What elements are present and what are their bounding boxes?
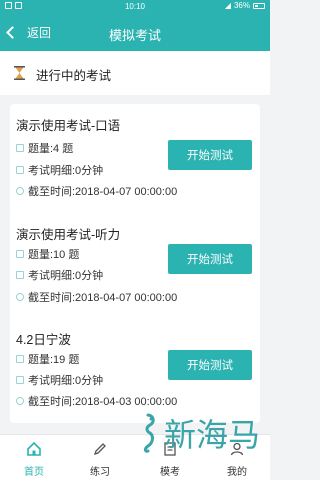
exam-deadline: 截至时间:2018-04-07 00:00:00 xyxy=(28,292,178,304)
hourglass-icon xyxy=(14,66,25,80)
watermark: 新海马 xyxy=(136,410,260,456)
question-count-row: 题量:4 题 xyxy=(16,140,73,156)
question-count: 题量:19 题 xyxy=(28,354,80,366)
document-icon xyxy=(16,250,24,258)
home-icon xyxy=(27,441,41,456)
list-icon xyxy=(16,376,24,384)
wifi-icon: ◢ xyxy=(224,1,231,10)
exam-title: 4.2日宁波 xyxy=(16,333,71,347)
exam-card: 演示使用考试-听力 题量:10 题 考试明细:0分钟 截至时间:2018-04-… xyxy=(10,213,260,327)
battery-percent: 36% xyxy=(233,1,250,10)
tab-practice[interactable]: 练习 xyxy=(70,441,130,478)
start-test-button[interactable]: 开始测试 xyxy=(168,244,252,274)
status-bar: 10:10 ◢ 36% xyxy=(0,0,270,13)
document-icon xyxy=(16,144,24,152)
start-test-button[interactable]: 开始测试 xyxy=(168,140,252,170)
exam-title: 演示使用考试-口语 xyxy=(16,119,121,133)
exam-card: 4.2日宁波 题量:19 题 考试明细:0分钟 截至时间:2018-04-03 … xyxy=(10,318,260,423)
section-title: 进行中的考试 xyxy=(36,69,112,83)
deadline-row: 截至时间:2018-04-07 00:00:00 xyxy=(16,289,177,305)
clock-icon xyxy=(16,187,24,195)
pencil-icon xyxy=(93,443,106,456)
watermark-text: 新海马 xyxy=(163,416,260,454)
status-icons-right: ◢ 36% xyxy=(225,1,265,10)
exam-deadline: 截至时间:2018-04-07 00:00:00 xyxy=(28,186,178,198)
exam-detail: 考试明细:0分钟 xyxy=(28,270,104,282)
tab-label: 模考 xyxy=(160,467,180,478)
exam-detail: 考试明细:0分钟 xyxy=(28,165,104,177)
exam-title: 演示使用考试-听力 xyxy=(16,228,121,242)
clock-icon xyxy=(16,293,24,301)
detail-row: 考试明细:0分钟 xyxy=(16,372,103,388)
exam-card: 演示使用考试-口语 题量:4 题 考试明细:0分钟 截至时间:2018-04-0… xyxy=(10,104,260,218)
battery-icon xyxy=(253,2,265,9)
detail-row: 考试明细:0分钟 xyxy=(16,267,103,283)
question-count: 题量:10 题 xyxy=(28,249,80,261)
section-header: 进行中的考试 xyxy=(0,51,270,95)
clock-icon xyxy=(16,397,24,405)
question-count: 题量:4 题 xyxy=(28,143,74,155)
document-icon xyxy=(16,355,24,363)
deadline-row: 截至时间:2018-04-03 00:00:00 xyxy=(16,393,177,409)
question-count-row: 题量:10 题 xyxy=(16,246,79,262)
tab-label: 首页 xyxy=(24,467,44,478)
page-title: 模拟考试 xyxy=(108,28,161,43)
exam-detail: 考试明细:0分钟 xyxy=(28,375,104,387)
deadline-row: 截至时间:2018-04-07 00:00:00 xyxy=(16,183,177,199)
list-icon xyxy=(16,271,24,279)
detail-row: 考试明细:0分钟 xyxy=(16,162,103,178)
nav-bar: 返回 模拟考试 xyxy=(0,13,270,51)
list-icon xyxy=(16,166,24,174)
tab-label: 我的 xyxy=(227,467,247,478)
tab-label: 练习 xyxy=(90,467,110,478)
start-test-button[interactable]: 开始测试 xyxy=(168,350,252,380)
seahorse-logo-icon xyxy=(143,413,155,453)
question-count-row: 题量:19 题 xyxy=(16,351,79,367)
tab-home[interactable]: 首页 xyxy=(4,441,64,478)
exam-deadline: 截至时间:2018-04-03 00:00:00 xyxy=(28,396,178,408)
